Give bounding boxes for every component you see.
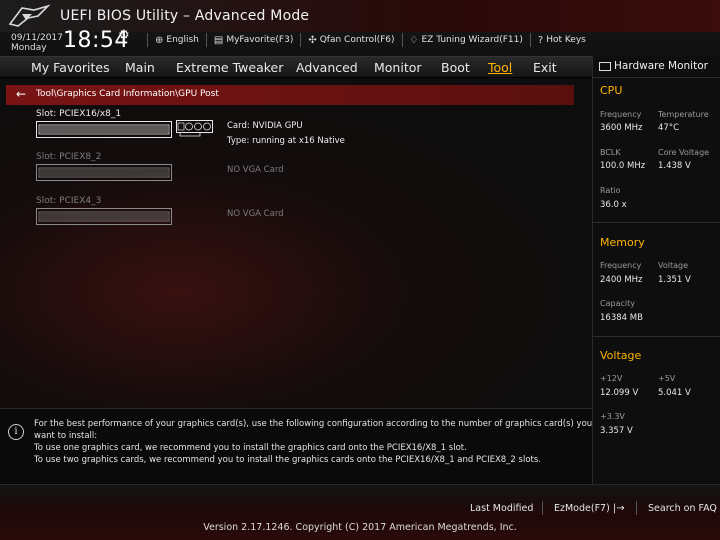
hotkeys-icon: ? [537,34,544,46]
capacity-label: Capacity [600,299,635,308]
slot-3-card-status: NO VGA Card [227,209,284,219]
slot-1-label: Slot: PCIEX16/x8_1 [36,109,122,119]
cpu-temperature-label: Temperature [658,110,709,119]
core-voltage-value: 1.438 V [658,161,691,171]
hardware-monitor-label: Hardware Monitor [614,60,708,72]
menu-my-favorites[interactable]: My Favorites [31,60,110,75]
toolbar-divider [147,33,148,47]
v12-value: 12.099 V [600,388,639,398]
slot-2-label: Slot: PCIEX8_2 [36,152,102,162]
capacity-value: 16384 MB [600,313,643,323]
my-favorite-icon: ▤ [213,34,224,46]
day-text: Monday [11,43,47,53]
ez-tuning-icon: ♢ [409,34,419,46]
info-line-1: For the best performance of your graphic… [34,419,593,429]
ratio-label: Ratio [600,186,621,195]
menu-boot[interactable]: Boot [441,60,470,75]
v33-value: 3.357 V [600,426,633,436]
v12-label: +12V [600,374,623,383]
memory-voltage-label: Voltage [658,261,689,270]
hardware-monitor-title: Hardware Monitor [599,60,708,72]
cpu-frequency-label: Frequency [600,110,642,119]
bclk-label: BCLK [600,148,621,157]
hardware-monitor-panel: Hardware Monitor CPU Frequency 3600 MHz … [592,56,720,484]
globe-icon: ⊕ [155,34,164,46]
hot-keys-button[interactable]: ? Hot Keys [538,35,586,46]
info-line-2: want to install: [34,431,98,441]
footer: Last Modified EzMode(F7) |→ Search on FA… [0,484,720,540]
bclk-value: 100.0 MHz [600,161,646,171]
hw-divider [593,336,720,337]
pcie-slot-3-graphic [36,208,172,225]
v33-label: +3.3V [600,412,625,421]
memory-frequency-label: Frequency [600,261,642,270]
breadcrumb-path: Tool\Graphics Card Information\GPU Post [36,89,219,99]
hw-divider [593,77,720,78]
menu-monitor[interactable]: Monitor [374,60,422,75]
pcie-slot-2-graphic [36,164,172,181]
menu-advanced[interactable]: Advanced [296,60,358,75]
date-text: 09/11/2017 [11,33,63,43]
toolbar-divider [205,33,207,47]
ezmode-label: EzMode(F7) [554,503,610,514]
slot-2-card-status: NO VGA Card [227,165,284,175]
slot-1-card-name: Card: NVIDIA GPU [227,121,303,131]
main-menu-bar: My Favorites Main Extreme Tweaker Advanc… [0,56,592,78]
ez-tuning-wizard-button[interactable]: ♢ EZ Tuning Wizard(F11) [410,35,523,46]
language-label: English [166,35,199,45]
monitor-icon [599,61,611,71]
menu-extreme-tweaker[interactable]: Extreme Tweaker [176,60,283,75]
header: UEFI BIOS Utility – Advanced Mode 09/11/… [0,0,720,56]
rog-logo-icon [8,4,51,27]
cpu-frequency-value: 3600 MHz [600,123,643,133]
menu-main[interactable]: Main [125,60,155,75]
copyright-text: Version 2.17.1246. Copyright (C) 2017 Am… [203,522,517,533]
date-block: 09/11/2017 Monday [11,33,63,53]
exit-arrow-icon: |→ [612,503,625,514]
search-faq-button[interactable]: Search on FAQ [648,503,717,514]
qfan-control-label: Qfan Control(F6) [319,35,395,45]
toolbar-divider [529,33,531,47]
pcie-slot-1-graphic [36,121,172,138]
hw-divider [593,222,720,223]
toolbar-divider [300,33,302,47]
slot-3-label: Slot: PCIEX4_3 [36,196,102,206]
footer-divider [636,501,637,515]
v5-label: +5V [658,374,676,383]
my-favorite-button[interactable]: ▤ MyFavorite(F3) [214,35,293,46]
cpu-heading: CPU [600,84,623,97]
memory-voltage-value: 1.351 V [658,275,691,285]
ezmode-button[interactable]: EzMode(F7) |→ [554,503,625,514]
back-arrow-icon[interactable]: ← [16,87,26,101]
ez-tuning-wizard-label: EZ Tuning Wizard(F11) [421,35,523,45]
help-info-panel: i For the best performance of your graph… [0,408,592,484]
ratio-value: 36.0 x [600,200,627,210]
my-favorite-label: MyFavorite(F3) [226,35,294,45]
last-modified-button[interactable]: Last Modified [470,503,533,514]
qfan-control-button[interactable]: ✣ Qfan Control(F6) [308,35,394,46]
voltage-heading: Voltage [600,349,642,362]
language-button[interactable]: ⊕ English [155,35,199,46]
toolbar: ⊕ English ▤ MyFavorite(F3) ✣ Qfan Contro… [140,33,586,47]
breadcrumb: ← Tool\Graphics Card Information\GPU Pos… [6,85,574,105]
fan-icon: ✣ [308,34,317,46]
core-voltage-label: Core Voltage [658,148,710,157]
info-icon: i [8,424,24,440]
cpu-temperature-value: 47°C [658,123,680,133]
slot-1-card-type: Type: running at x16 Native [227,136,345,146]
graphics-card-icon [176,120,213,137]
memory-frequency-value: 2400 MHz [600,275,643,285]
v5-value: 5.041 V [658,388,691,398]
hot-keys-label: Hot Keys [546,35,586,45]
info-line-3: To use one graphics card, we recommend y… [34,443,467,453]
menu-exit[interactable]: Exit [533,60,557,75]
clock-settings-gear-icon[interactable]: ⚙ [118,28,130,43]
menu-tool[interactable]: Tool [488,60,512,75]
app-title: UEFI BIOS Utility – Advanced Mode [60,8,310,24]
toolbar-divider [401,33,403,47]
memory-heading: Memory [600,236,645,249]
info-line-4: To use two graphics cards, we recommend … [34,455,541,465]
footer-divider [542,501,543,515]
